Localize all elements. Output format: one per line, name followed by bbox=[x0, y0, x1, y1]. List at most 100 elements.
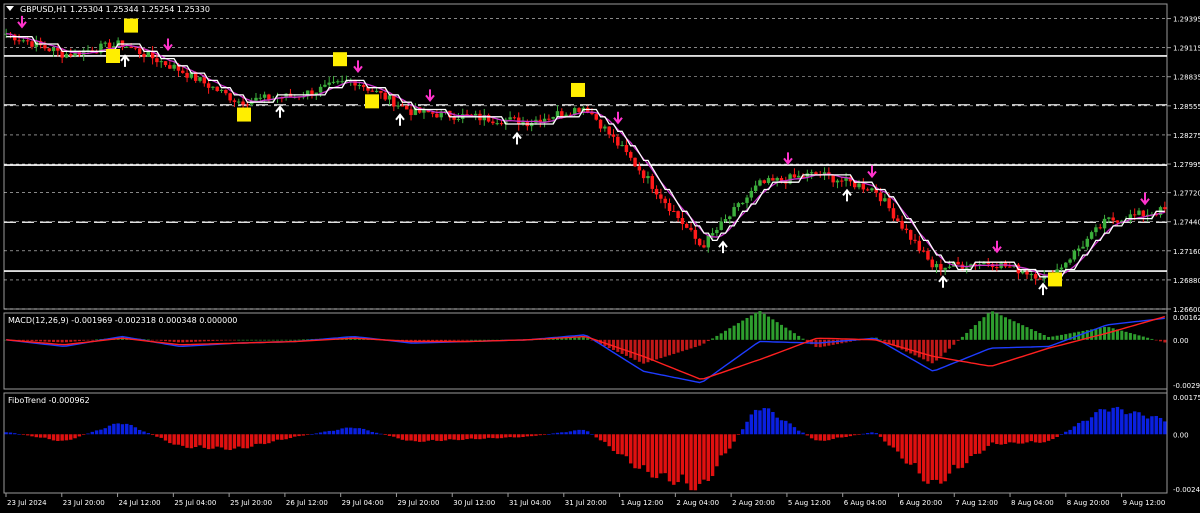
macd-histogram-bar bbox=[771, 319, 775, 340]
candle-body bbox=[861, 183, 866, 190]
candle-body bbox=[206, 83, 211, 88]
fibotrend-bar bbox=[383, 434, 387, 435]
macd-histogram-bar bbox=[711, 338, 715, 340]
fibotrend-bar bbox=[120, 424, 125, 435]
candle-body bbox=[1089, 232, 1094, 239]
fibotrend-bar bbox=[1145, 418, 1150, 435]
fibotrend-bar bbox=[874, 433, 878, 435]
fibotrend-bar bbox=[1008, 434, 1012, 443]
candle-body bbox=[43, 45, 47, 49]
fibotrend-bar bbox=[891, 434, 896, 448]
fibotrend-bar bbox=[555, 432, 560, 435]
fibotrend-bar bbox=[560, 432, 564, 435]
fibotrend-bar bbox=[952, 434, 956, 465]
fibotrend-bar bbox=[1055, 434, 1059, 437]
buy-arrow-icon bbox=[718, 240, 728, 254]
candle-body bbox=[809, 172, 814, 174]
sell-arrow-icon bbox=[425, 89, 435, 102]
fibotrend-bar bbox=[254, 434, 258, 444]
fibotrend-bar bbox=[43, 434, 47, 438]
fibotrend-tick-label: 0.00175 bbox=[1173, 394, 1200, 402]
time-tick-label: 25 Jul 04:00 bbox=[174, 499, 216, 507]
macd-histogram-bar bbox=[581, 337, 585, 340]
candle-body bbox=[1076, 248, 1081, 251]
fibotrend-bar bbox=[133, 427, 138, 435]
candle-body bbox=[745, 197, 749, 203]
candle-body bbox=[327, 82, 331, 85]
fibotrend-bar bbox=[64, 434, 69, 441]
time-tick-label: 24 Jul 12:00 bbox=[119, 499, 161, 507]
fibotrend-bar bbox=[805, 434, 810, 436]
macd-histogram-bar bbox=[909, 339, 913, 354]
macd-histogram-bar bbox=[202, 339, 206, 342]
macd-histogram-bar bbox=[168, 339, 172, 342]
candle-body bbox=[947, 266, 952, 268]
time-tick-label: 8 Aug 04:00 bbox=[1011, 499, 1054, 507]
fibotrend-bar bbox=[973, 434, 978, 455]
fibotrend-bar bbox=[521, 434, 525, 437]
candle-body bbox=[1020, 271, 1025, 274]
macd-histogram-bar bbox=[215, 339, 219, 341]
fibotrend-bar bbox=[323, 431, 327, 435]
signal-box-icon bbox=[1048, 272, 1062, 287]
fibotrend-bar bbox=[818, 434, 822, 441]
fibotrend-bar bbox=[766, 408, 771, 435]
fibotrend-bar bbox=[1137, 412, 1141, 435]
macd-histogram-bar bbox=[77, 339, 81, 342]
fibotrend-bar bbox=[551, 433, 555, 435]
fibotrend-bar bbox=[4, 432, 8, 435]
fibotrend-bar bbox=[1098, 409, 1102, 435]
time-tick-label: 7 Aug 12:00 bbox=[955, 499, 998, 507]
fibotrend-bar bbox=[116, 423, 120, 435]
time-tick-label: 2 Aug 04:00 bbox=[676, 499, 719, 507]
candle-body bbox=[1111, 217, 1115, 221]
candle-body bbox=[387, 95, 392, 100]
fibotrend-bar bbox=[1120, 409, 1124, 435]
macd-histogram-bar bbox=[969, 329, 973, 340]
fibotrend-bar bbox=[461, 434, 465, 440]
fibotrend-bar bbox=[710, 434, 715, 477]
macd-histogram-bar bbox=[650, 339, 654, 361]
fibotrend-bar bbox=[435, 434, 439, 441]
fibotrend-bar bbox=[1029, 434, 1034, 442]
macd-histogram-bar bbox=[176, 339, 180, 343]
candle-body bbox=[64, 53, 69, 58]
fibotrend-bar bbox=[779, 420, 784, 435]
candle-body bbox=[103, 42, 107, 44]
macd-histogram-bar bbox=[999, 315, 1003, 340]
fibotrend-bar bbox=[603, 434, 607, 442]
fibotrend-bar bbox=[34, 434, 39, 438]
window-menu-triangle-icon[interactable] bbox=[6, 6, 14, 11]
macd-histogram-bar bbox=[1016, 323, 1020, 340]
fibotrend-bar bbox=[934, 434, 939, 480]
fibotrend-bar bbox=[1016, 434, 1021, 444]
fibotrend-bar bbox=[672, 434, 676, 485]
fibotrend-bar bbox=[827, 434, 831, 441]
fibotrend-bar bbox=[796, 430, 801, 435]
fibotrend-bar bbox=[77, 434, 82, 437]
fibotrend-bar bbox=[211, 434, 215, 449]
time-tick-label: 6 Aug 20:00 bbox=[899, 499, 942, 507]
ohlc-label: 1.25304 1.25344 1.25254 1.25330 bbox=[70, 5, 210, 14]
trading-chart[interactable]: 1.29395 1.29115 1.28835 1.28555 1.28275 1.279… bbox=[0, 0, 1200, 513]
macd-histogram-bar bbox=[732, 325, 736, 340]
fibotrend-bar bbox=[723, 434, 728, 454]
macd-histogram-bar bbox=[1141, 336, 1145, 340]
candle-body bbox=[982, 262, 986, 265]
fibotrend-bar bbox=[469, 434, 474, 439]
candle-body bbox=[1132, 214, 1137, 216]
macd-histogram-bar bbox=[982, 317, 986, 340]
chart-window[interactable]: 1.29395 1.29115 1.28835 1.28555 1.28275 1.279… bbox=[0, 0, 1200, 513]
candle-body bbox=[318, 86, 323, 93]
fibotrend-bar bbox=[930, 434, 934, 480]
fibotrend-bar bbox=[1128, 413, 1133, 435]
fibotrend-bar bbox=[499, 434, 504, 439]
candle-body bbox=[685, 224, 689, 228]
fibotrend-bar bbox=[715, 434, 719, 467]
candle-body bbox=[736, 203, 741, 208]
sell-arrow-icon bbox=[867, 165, 877, 179]
candle-body bbox=[1033, 274, 1038, 279]
fibotrend-bar bbox=[1042, 434, 1046, 443]
candle-body bbox=[883, 198, 887, 202]
candle-body bbox=[370, 90, 375, 92]
